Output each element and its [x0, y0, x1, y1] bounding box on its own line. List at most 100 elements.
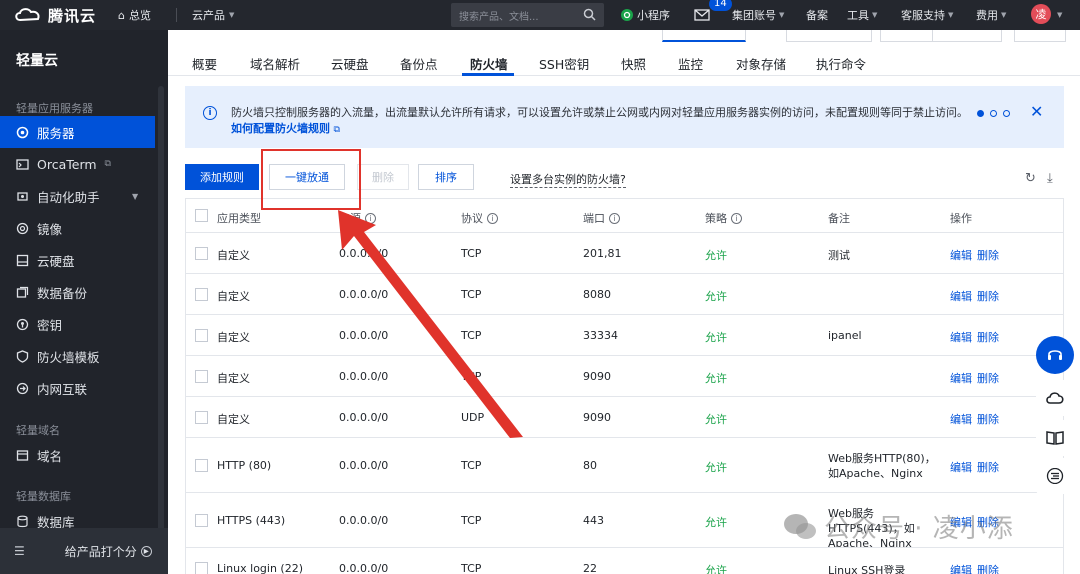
search-icon[interactable] — [583, 8, 596, 21]
row-checkbox[interactable] — [195, 247, 208, 260]
help-icon[interactable]: i — [731, 212, 742, 224]
chevron-down-icon: ▼ — [1001, 11, 1007, 19]
tab-run-command[interactable]: 执行命令 — [816, 54, 866, 73]
edit-rule-link[interactable]: 编辑 — [950, 288, 972, 304]
tab-ssh-key[interactable]: SSH密钥 — [539, 54, 589, 73]
mini-program-link[interactable]: 小程序 — [620, 0, 670, 30]
group-account-label: 集团账号 — [732, 9, 776, 22]
notice-help-link[interactable]: 如何配置防火墙规则 — [231, 122, 330, 135]
delete-button[interactable]: 删除 — [357, 164, 409, 190]
pager-dot[interactable] — [1003, 110, 1010, 117]
sidebar-scrollbar[interactable] — [158, 86, 164, 546]
cell-source: 0.0.0.0/0 — [339, 411, 389, 424]
collapse-menu-icon[interactable]: ☰ — [14, 544, 25, 558]
top-action-button[interactable] — [932, 30, 1002, 42]
refresh-icon[interactable]: ↻ — [1025, 171, 1036, 186]
sidebar-footer: ☰ 给产品打个分 ▸ — [0, 528, 168, 574]
tab-backup-point[interactable]: 备份点 — [400, 54, 438, 73]
chevron-down-icon[interactable]: ▼ — [1057, 11, 1062, 19]
delete-rule-link[interactable]: 删除 — [977, 329, 999, 345]
overview-link[interactable]: ⌂ 总览 — [118, 7, 151, 23]
delete-rule-link[interactable]: 删除 — [977, 288, 999, 304]
top-action-button[interactable] — [1014, 30, 1066, 42]
help-icon[interactable]: i — [365, 212, 376, 224]
edit-rule-link[interactable]: 编辑 — [950, 562, 972, 574]
chevron-down-icon: ▼ — [132, 191, 139, 201]
tab-object-storage[interactable]: 对象存储 — [736, 54, 786, 73]
row-checkbox[interactable] — [195, 459, 208, 472]
table-row: HTTP (80) 0.0.0.0/0 TCP 80 允许 Web服务HTTP(80)，如… — [185, 437, 1064, 492]
sidebar-item-server[interactable]: 服务器 — [0, 116, 155, 148]
disk-icon — [16, 254, 29, 267]
cell-policy: 允许 — [705, 564, 727, 574]
multi-instance-firewall-link[interactable]: 设置多台实例的防火墙? — [510, 171, 626, 188]
sidebar-item-firewall-template[interactable]: 防火墙模板 — [0, 340, 155, 372]
delete-rule-link[interactable]: 删除 — [977, 411, 999, 427]
tools-menu[interactable]: 工具 ▼ — [847, 0, 877, 30]
help-icon[interactable]: i — [609, 212, 620, 224]
sidebar-item-automation[interactable]: 自动化助手 ▼ — [0, 180, 155, 212]
sidebar-item-image[interactable]: 镜像 — [0, 212, 155, 244]
sidebar-item-network[interactable]: 内网互联 — [0, 372, 155, 404]
pager-dot[interactable] — [990, 110, 997, 117]
sidebar-item-label: 域名 — [37, 448, 63, 464]
edit-rule-link[interactable]: 编辑 — [950, 329, 972, 345]
help-icon[interactable]: i — [487, 212, 498, 224]
tab-overview[interactable]: 概要 — [192, 54, 217, 73]
row-checkbox[interactable] — [195, 562, 208, 574]
add-rule-button[interactable]: 添加规则 — [185, 164, 259, 190]
sidebar-item-label: OrcaTerm — [37, 156, 97, 172]
cell-app-type: Linux login (22) — [217, 562, 304, 574]
sidebar-item-disk[interactable]: 云硬盘 — [0, 244, 155, 276]
table-row: 自定义 0.0.0.0/0 UDP 9090 允许 编辑 删除 — [185, 396, 1064, 437]
brand-name: 腾讯云 — [48, 6, 97, 25]
sort-button[interactable]: 排序 — [418, 164, 474, 190]
brand-logo[interactable]: 腾讯云 — [0, 5, 108, 26]
pager-dot[interactable] — [977, 110, 984, 117]
tab-cloud-disk[interactable]: 云硬盘 — [331, 54, 369, 73]
docs-button[interactable] — [1036, 420, 1074, 456]
mail-button[interactable] — [694, 0, 710, 30]
edit-rule-link[interactable]: 编辑 — [950, 411, 972, 427]
cloud-feedback-button[interactable] — [1036, 380, 1074, 416]
row-checkbox[interactable] — [195, 370, 208, 383]
billing-menu[interactable]: 费用 ▼ — [976, 0, 1006, 30]
tab-firewall[interactable]: 防火墙 — [470, 54, 508, 73]
sidebar-item-domain[interactable]: 域名 — [0, 439, 155, 471]
cell-policy: 允许 — [705, 461, 727, 474]
tab-dns[interactable]: 域名解析 — [250, 54, 300, 73]
top-action-button-primary[interactable] — [662, 30, 746, 42]
support-menu[interactable]: 客服支持 ▼ — [901, 0, 953, 30]
tab-monitor[interactable]: 监控 — [678, 54, 703, 73]
beian-link[interactable]: 备案 — [806, 0, 828, 30]
row-checkbox[interactable] — [195, 329, 208, 342]
select-all-checkbox[interactable] — [195, 209, 208, 222]
top-action-button[interactable] — [786, 30, 872, 42]
sidebar-item-backup[interactable]: 数据备份 — [0, 276, 155, 308]
row-checkbox[interactable] — [195, 288, 208, 301]
tab-snapshot[interactable]: 快照 — [621, 54, 646, 73]
sidebar-item-key[interactable]: 密钥 — [0, 308, 155, 340]
delete-rule-link[interactable]: 删除 — [977, 459, 999, 475]
rate-product-link[interactable]: 给产品打个分 ▸ — [65, 543, 152, 560]
edit-rule-link[interactable]: 编辑 — [950, 370, 972, 386]
close-icon[interactable]: ✕ — [1030, 102, 1043, 121]
group-account-menu[interactable]: 集团账号 ▼ — [732, 0, 784, 30]
sidebar-item-orcaterm[interactable]: OrcaTerm ⧉ — [0, 148, 155, 180]
download-icon[interactable]: ⤓ — [1047, 171, 1053, 186]
customer-service-button[interactable] — [1036, 336, 1074, 374]
row-checkbox[interactable] — [195, 411, 208, 424]
mail-icon — [694, 9, 710, 21]
list-button[interactable] — [1036, 458, 1074, 494]
row-checkbox[interactable] — [195, 514, 208, 527]
cell-app-type: HTTPS (443) — [217, 514, 286, 527]
delete-rule-link[interactable]: 删除 — [977, 247, 999, 263]
delete-rule-link[interactable]: 删除 — [977, 370, 999, 386]
cell-protocol: TCP — [461, 288, 482, 301]
avatar[interactable]: 凌 — [1031, 4, 1051, 24]
delete-rule-link[interactable]: 删除 — [977, 562, 999, 574]
edit-rule-link[interactable]: 编辑 — [950, 247, 972, 263]
search-input[interactable]: 搜索产品、文档... — [451, 3, 604, 27]
edit-rule-link[interactable]: 编辑 — [950, 459, 972, 475]
products-menu[interactable]: 云产品 ▼ — [192, 7, 234, 23]
